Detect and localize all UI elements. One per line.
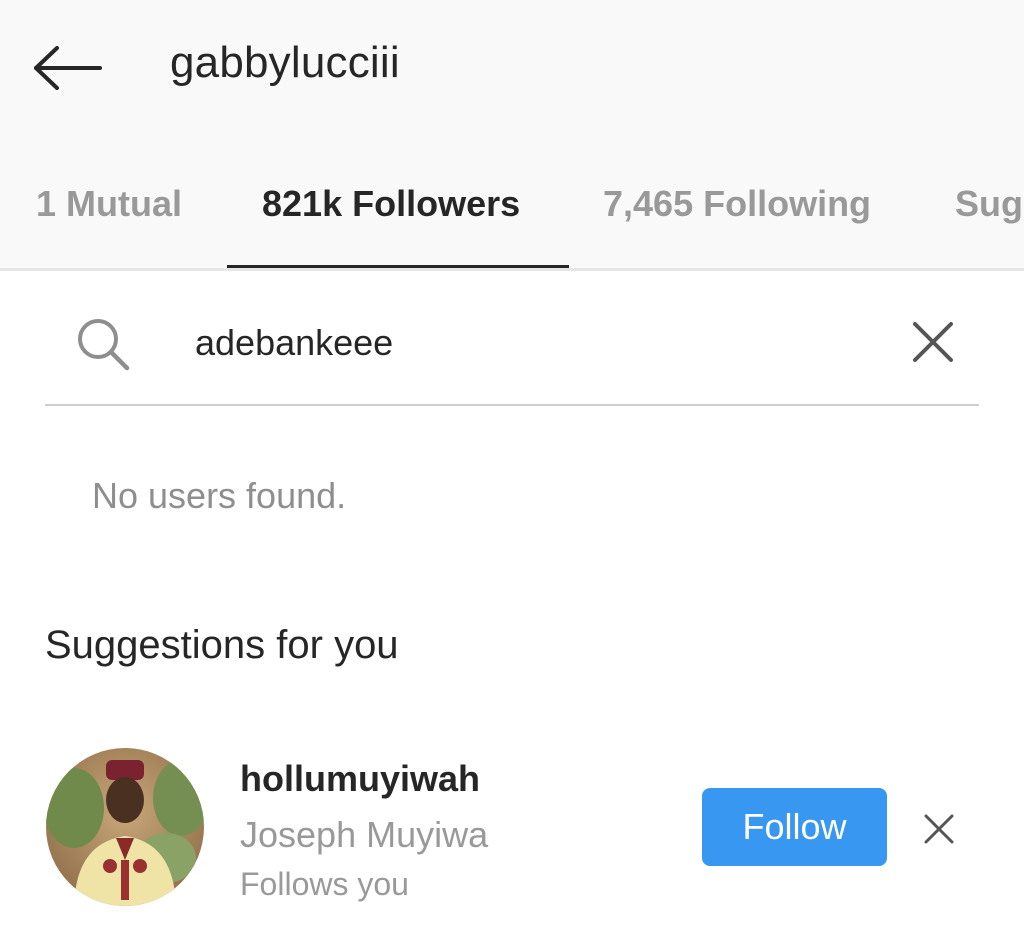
- suggestion-username[interactable]: hollumuyiwah: [240, 758, 480, 800]
- tab-following[interactable]: 7,465 Following: [603, 183, 871, 225]
- follow-button[interactable]: Follow: [702, 788, 887, 866]
- top-header: gabbylucciii 1 Mutual 821k Followers 7,4…: [0, 0, 1024, 270]
- active-tab-indicator: [227, 265, 569, 268]
- avatar[interactable]: [46, 748, 204, 906]
- search-bar: [45, 300, 979, 406]
- tab-followers[interactable]: 821k Followers: [262, 183, 520, 225]
- avatar-image: [46, 748, 204, 906]
- suggestions-heading: Suggestions for you: [45, 623, 399, 667]
- empty-results-text: No users found.: [92, 475, 347, 516]
- close-icon[interactable]: [922, 812, 956, 846]
- search-input[interactable]: [193, 312, 837, 374]
- search-underline: [45, 404, 979, 406]
- suggestion-subtext: Follows you: [240, 866, 409, 902]
- tab-bar: 1 Mutual 821k Followers 7,465 Following …: [0, 165, 1024, 270]
- close-icon[interactable]: [909, 318, 957, 366]
- tab-suggested[interactable]: Sug: [955, 183, 1023, 225]
- back-button[interactable]: [28, 40, 106, 96]
- tab-mutual[interactable]: 1 Mutual: [36, 183, 182, 225]
- suggestion-full-name: Joseph Muyiwa: [240, 814, 489, 855]
- suggestion-row: hollumuyiwah Joseph Muyiwa Follows you F…: [0, 740, 1024, 920]
- header-divider: [0, 268, 1024, 271]
- page-title: gabbylucciii: [170, 38, 400, 87]
- search-icon: [78, 319, 130, 371]
- arrow-left-icon: [34, 46, 102, 90]
